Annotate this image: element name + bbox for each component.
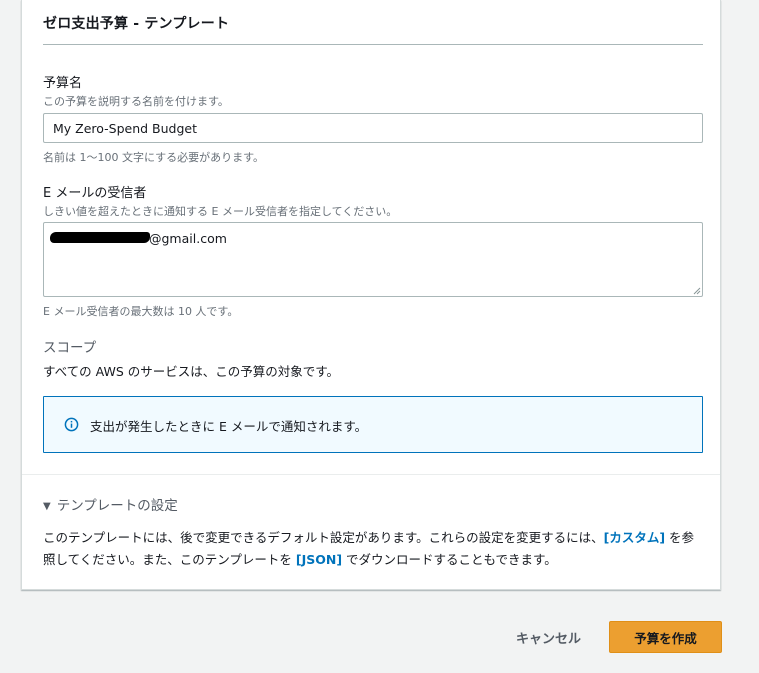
cancel-button[interactable]: キャンセル: [508, 623, 589, 651]
info-alert-text: 支出が発生したときに E メールで通知されます。: [90, 419, 368, 434]
scope-value: すべての AWS のサービスは、この予算の対象です。: [43, 364, 339, 379]
budget-name-constraint: 名前は 1～100 文字にする必要があります。: [43, 151, 264, 164]
create-budget-button[interactable]: 予算を作成: [609, 621, 722, 653]
custom-link[interactable]: [カスタム]: [604, 530, 665, 545]
redacted-email-user: [50, 232, 150, 243]
section-divider: [22, 474, 720, 475]
caret-down-icon: ▼: [43, 501, 51, 512]
title-divider: [43, 44, 703, 45]
template-desc-part3: でダウンロードすることもできます。: [342, 552, 557, 567]
template-desc-part1: このテンプレートには、後で変更できるデフォルト設定があります。これらの設定を変更…: [43, 530, 604, 545]
budget-name-description: この予算を説明する名前を付けます。: [43, 95, 229, 108]
email-recipients-constraint: E メール受信者の最大数は 10 人です。: [43, 305, 239, 318]
email-recipients-label: E メールの受信者: [43, 186, 147, 201]
resize-grip-icon[interactable]: [693, 287, 701, 295]
json-link[interactable]: [JSON]: [296, 552, 342, 567]
template-settings-label: テンプレートの設定: [56, 498, 178, 514]
scope-label: スコープ: [43, 340, 97, 356]
template-settings-expander[interactable]: ▼ テンプレートの設定: [43, 494, 178, 514]
info-icon: [64, 417, 79, 432]
email-recipients-textarea[interactable]: @gmail.com: [43, 222, 703, 297]
template-settings-description: このテンプレートには、後で変更できるデフォルト設定があります。これらの設定を変更…: [43, 527, 703, 571]
email-recipients-description: しきい値を超えたときに通知する E メール受信者を指定してください。: [43, 205, 398, 218]
email-recipients-value: @gmail.com: [149, 231, 227, 246]
budget-template-panel: ゼロ支出予算 - テンプレート 予算名 この予算を説明する名前を付けます。 名前…: [21, 0, 721, 590]
info-alert: 支出が発生したときに E メールで通知されます。: [43, 396, 703, 453]
panel-title: ゼロ支出予算 - テンプレート: [43, 16, 230, 32]
budget-name-input[interactable]: [43, 113, 703, 143]
budget-name-label: 予算名: [43, 76, 83, 91]
